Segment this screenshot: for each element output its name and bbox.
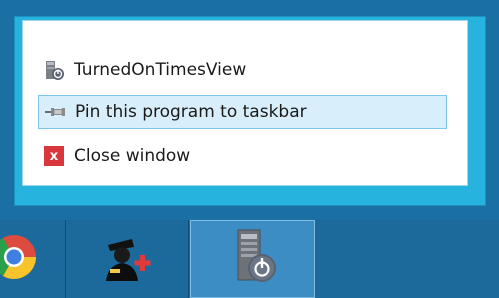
close-icon: x	[43, 145, 65, 167]
taskbar-button-user-admin[interactable]	[67, 220, 189, 298]
taskbar-empty-area	[315, 220, 499, 298]
user-add-icon	[98, 229, 158, 289]
jumplist-item-pin[interactable]: Pin this program to taskbar	[38, 95, 447, 129]
chrome-icon	[0, 218, 66, 298]
close-icon-glyph: x	[44, 146, 64, 166]
jumplist-item-app[interactable]: TurnedOnTimesView	[38, 53, 447, 87]
jumplist-item-app-label: TurnedOnTimesView	[74, 60, 247, 80]
taskbar	[0, 220, 499, 298]
turnedontimesview-app-icon	[218, 226, 288, 292]
taskbar-button-turnedontimesview[interactable]	[190, 220, 315, 298]
jumplist-item-close-label: Close window	[74, 146, 191, 166]
jumplist-item-close[interactable]: x Close window	[38, 139, 447, 173]
jumplist-menu: TurnedOnTimesView Pin this program to ta…	[22, 20, 468, 186]
pin-icon	[44, 101, 66, 123]
taskbar-button-chrome[interactable]	[0, 220, 66, 298]
turnedontimesview-app-icon	[43, 59, 65, 81]
jumplist-item-pin-label: Pin this program to taskbar	[75, 102, 307, 122]
